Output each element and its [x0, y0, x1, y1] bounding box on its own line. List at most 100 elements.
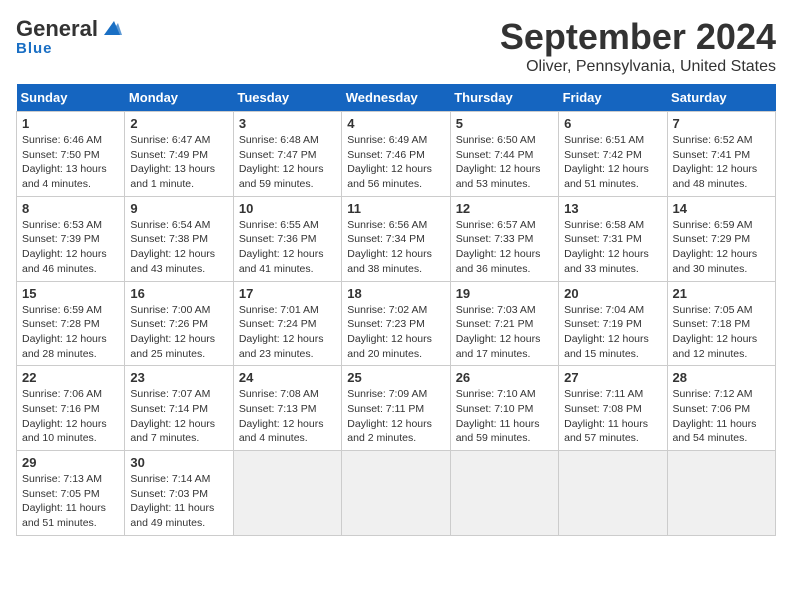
table-row: 12 Sunrise: 6:57 AM Sunset: 7:33 PM Dayl… — [450, 196, 558, 281]
day-info: Sunrise: 7:05 AM Sunset: 7:18 PM Dayligh… — [673, 304, 758, 360]
col-sunday: Sunday — [17, 84, 125, 112]
day-info: Sunrise: 6:49 AM Sunset: 7:46 PM Dayligh… — [347, 134, 432, 190]
day-number: 27 — [564, 370, 661, 385]
table-row: 10 Sunrise: 6:55 AM Sunset: 7:36 PM Dayl… — [233, 196, 341, 281]
day-info: Sunrise: 7:08 AM Sunset: 7:13 PM Dayligh… — [239, 388, 324, 444]
day-info: Sunrise: 6:59 AM Sunset: 7:28 PM Dayligh… — [22, 304, 107, 360]
day-number: 9 — [130, 201, 227, 216]
day-info: Sunrise: 7:09 AM Sunset: 7:11 PM Dayligh… — [347, 388, 432, 444]
day-info: Sunrise: 6:53 AM Sunset: 7:39 PM Dayligh… — [22, 219, 107, 275]
table-row: 18 Sunrise: 7:02 AM Sunset: 7:23 PM Dayl… — [342, 281, 450, 366]
page-header: General Blue September 2024 Oliver, Penn… — [16, 16, 776, 76]
day-info: Sunrise: 6:58 AM Sunset: 7:31 PM Dayligh… — [564, 219, 649, 275]
day-info: Sunrise: 7:04 AM Sunset: 7:19 PM Dayligh… — [564, 304, 649, 360]
table-row: 26 Sunrise: 7:10 AM Sunset: 7:10 PM Dayl… — [450, 366, 558, 451]
col-saturday: Saturday — [667, 84, 775, 112]
table-row: 13 Sunrise: 6:58 AM Sunset: 7:31 PM Dayl… — [559, 196, 667, 281]
table-row: 15 Sunrise: 6:59 AM Sunset: 7:28 PM Dayl… — [17, 281, 125, 366]
day-number: 2 — [130, 116, 227, 131]
table-row: 27 Sunrise: 7:11 AM Sunset: 7:08 PM Dayl… — [559, 366, 667, 451]
col-tuesday: Tuesday — [233, 84, 341, 112]
day-info: Sunrise: 6:52 AM Sunset: 7:41 PM Dayligh… — [673, 134, 758, 190]
table-row: 8 Sunrise: 6:53 AM Sunset: 7:39 PM Dayli… — [17, 196, 125, 281]
day-number: 23 — [130, 370, 227, 385]
table-row: 19 Sunrise: 7:03 AM Sunset: 7:21 PM Dayl… — [450, 281, 558, 366]
day-info: Sunrise: 7:02 AM Sunset: 7:23 PM Dayligh… — [347, 304, 432, 360]
day-info: Sunrise: 7:00 AM Sunset: 7:26 PM Dayligh… — [130, 304, 215, 360]
day-number: 26 — [456, 370, 553, 385]
table-row: 20 Sunrise: 7:04 AM Sunset: 7:19 PM Dayl… — [559, 281, 667, 366]
calendar-row: 1 Sunrise: 6:46 AM Sunset: 7:50 PM Dayli… — [17, 112, 776, 197]
table-row: 9 Sunrise: 6:54 AM Sunset: 7:38 PM Dayli… — [125, 196, 233, 281]
month-title: September 2024 — [500, 16, 776, 58]
day-number: 12 — [456, 201, 553, 216]
col-thursday: Thursday — [450, 84, 558, 112]
day-number: 7 — [673, 116, 770, 131]
day-number: 21 — [673, 286, 770, 301]
day-number: 8 — [22, 201, 119, 216]
table-row: 3 Sunrise: 6:48 AM Sunset: 7:47 PM Dayli… — [233, 112, 341, 197]
day-number: 22 — [22, 370, 119, 385]
table-row: 17 Sunrise: 7:01 AM Sunset: 7:24 PM Dayl… — [233, 281, 341, 366]
col-monday: Monday — [125, 84, 233, 112]
calendar-row: 29 Sunrise: 7:13 AM Sunset: 7:05 PM Dayl… — [17, 451, 776, 536]
day-info: Sunrise: 7:14 AM Sunset: 7:03 PM Dayligh… — [130, 473, 214, 529]
day-info: Sunrise: 6:46 AM Sunset: 7:50 PM Dayligh… — [22, 134, 107, 190]
table-row: 11 Sunrise: 6:56 AM Sunset: 7:34 PM Dayl… — [342, 196, 450, 281]
table-row: 4 Sunrise: 6:49 AM Sunset: 7:46 PM Dayli… — [342, 112, 450, 197]
table-row: 1 Sunrise: 6:46 AM Sunset: 7:50 PM Dayli… — [17, 112, 125, 197]
table-row: 6 Sunrise: 6:51 AM Sunset: 7:42 PM Dayli… — [559, 112, 667, 197]
day-number: 29 — [22, 455, 119, 470]
day-number: 25 — [347, 370, 444, 385]
table-row: 28 Sunrise: 7:12 AM Sunset: 7:06 PM Dayl… — [667, 366, 775, 451]
table-row: 22 Sunrise: 7:06 AM Sunset: 7:16 PM Dayl… — [17, 366, 125, 451]
calendar-table: Sunday Monday Tuesday Wednesday Thursday… — [16, 84, 776, 536]
day-info: Sunrise: 7:13 AM Sunset: 7:05 PM Dayligh… — [22, 473, 106, 529]
logo-text: General — [16, 16, 98, 42]
calendar-row: 22 Sunrise: 7:06 AM Sunset: 7:16 PM Dayl… — [17, 366, 776, 451]
table-row: 23 Sunrise: 7:07 AM Sunset: 7:14 PM Dayl… — [125, 366, 233, 451]
day-info: Sunrise: 6:55 AM Sunset: 7:36 PM Dayligh… — [239, 219, 324, 275]
day-number: 15 — [22, 286, 119, 301]
day-number: 10 — [239, 201, 336, 216]
table-row — [450, 451, 558, 536]
day-number: 28 — [673, 370, 770, 385]
day-info: Sunrise: 6:57 AM Sunset: 7:33 PM Dayligh… — [456, 219, 541, 275]
day-info: Sunrise: 7:11 AM Sunset: 7:08 PM Dayligh… — [564, 388, 648, 444]
day-info: Sunrise: 7:06 AM Sunset: 7:16 PM Dayligh… — [22, 388, 107, 444]
day-number: 1 — [22, 116, 119, 131]
day-number: 20 — [564, 286, 661, 301]
day-number: 13 — [564, 201, 661, 216]
table-row: 5 Sunrise: 6:50 AM Sunset: 7:44 PM Dayli… — [450, 112, 558, 197]
table-row: 7 Sunrise: 6:52 AM Sunset: 7:41 PM Dayli… — [667, 112, 775, 197]
day-info: Sunrise: 6:48 AM Sunset: 7:47 PM Dayligh… — [239, 134, 324, 190]
day-number: 19 — [456, 286, 553, 301]
table-row — [559, 451, 667, 536]
title-block: September 2024 Oliver, Pennsylvania, Uni… — [500, 16, 776, 76]
calendar-header-row: Sunday Monday Tuesday Wednesday Thursday… — [17, 84, 776, 112]
day-number: 3 — [239, 116, 336, 131]
table-row — [233, 451, 341, 536]
location-title: Oliver, Pennsylvania, United States — [500, 58, 776, 76]
day-info: Sunrise: 7:12 AM Sunset: 7:06 PM Dayligh… — [673, 388, 757, 444]
calendar-row: 15 Sunrise: 6:59 AM Sunset: 7:28 PM Dayl… — [17, 281, 776, 366]
table-row: 29 Sunrise: 7:13 AM Sunset: 7:05 PM Dayl… — [17, 451, 125, 536]
day-info: Sunrise: 6:47 AM Sunset: 7:49 PM Dayligh… — [130, 134, 215, 190]
col-friday: Friday — [559, 84, 667, 112]
day-info: Sunrise: 6:50 AM Sunset: 7:44 PM Dayligh… — [456, 134, 541, 190]
table-row: 14 Sunrise: 6:59 AM Sunset: 7:29 PM Dayl… — [667, 196, 775, 281]
day-number: 6 — [564, 116, 661, 131]
col-wednesday: Wednesday — [342, 84, 450, 112]
day-number: 5 — [456, 116, 553, 131]
table-row — [342, 451, 450, 536]
logo-icon — [100, 17, 122, 39]
table-row: 30 Sunrise: 7:14 AM Sunset: 7:03 PM Dayl… — [125, 451, 233, 536]
day-info: Sunrise: 6:56 AM Sunset: 7:34 PM Dayligh… — [347, 219, 432, 275]
day-number: 11 — [347, 201, 444, 216]
day-info: Sunrise: 7:10 AM Sunset: 7:10 PM Dayligh… — [456, 388, 540, 444]
day-info: Sunrise: 6:54 AM Sunset: 7:38 PM Dayligh… — [130, 219, 215, 275]
logo: General Blue — [16, 16, 122, 57]
day-number: 17 — [239, 286, 336, 301]
table-row: 24 Sunrise: 7:08 AM Sunset: 7:13 PM Dayl… — [233, 366, 341, 451]
day-info: Sunrise: 6:51 AM Sunset: 7:42 PM Dayligh… — [564, 134, 649, 190]
